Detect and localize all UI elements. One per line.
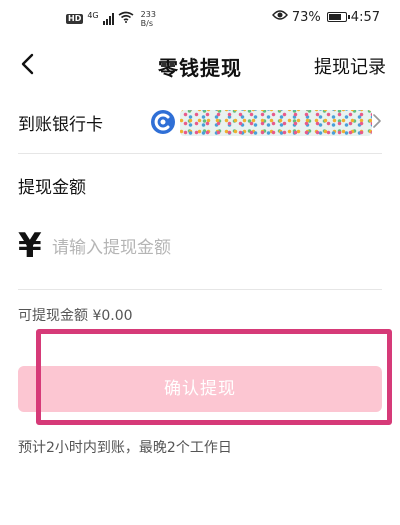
bank-card-selector[interactable]: 到账银行卡 — [18, 98, 382, 154]
speed-unit: B/s — [140, 19, 153, 28]
nav-bar: 零钱提现 提现记录 — [0, 42, 400, 86]
currency-symbol: ¥ — [18, 226, 42, 266]
highlight-annotation-box — [36, 329, 392, 425]
network-speed: 233 B/s — [141, 10, 156, 28]
chevron-right-icon — [372, 112, 382, 130]
clock: 4:57 — [350, 9, 380, 25]
status-bar: HD 4G 233 B/s 73% 4:57 — [0, 0, 400, 36]
wifi-icon — [118, 11, 134, 27]
status-right-group: 73% 4:57 — [271, 9, 380, 25]
bank-logo-icon — [150, 109, 176, 135]
amount-input[interactable] — [50, 232, 370, 264]
arrival-estimate-note: 预计2小时内到账，最晚2个工作日 — [18, 440, 232, 456]
withdraw-history-link[interactable]: 提现记录 — [314, 53, 386, 79]
available-balance: 可提现金额 ¥0.00 — [18, 308, 133, 324]
status-left-group: HD 4G 233 B/s — [66, 10, 156, 28]
eye-icon — [271, 9, 288, 25]
network-type: 4G — [87, 11, 99, 20]
battery-icon — [326, 12, 350, 22]
signal-icon — [102, 13, 114, 25]
bank-card-label: 到账银行卡 — [18, 115, 103, 135]
battery-percent: 73% — [291, 9, 321, 25]
hd-icon: HD — [66, 14, 84, 24]
speed-value: 233 — [140, 10, 156, 19]
amount-section-title: 提现金额 — [18, 178, 86, 198]
amount-input-row: ¥ — [18, 222, 382, 290]
bank-card-info-redacted — [180, 110, 372, 136]
